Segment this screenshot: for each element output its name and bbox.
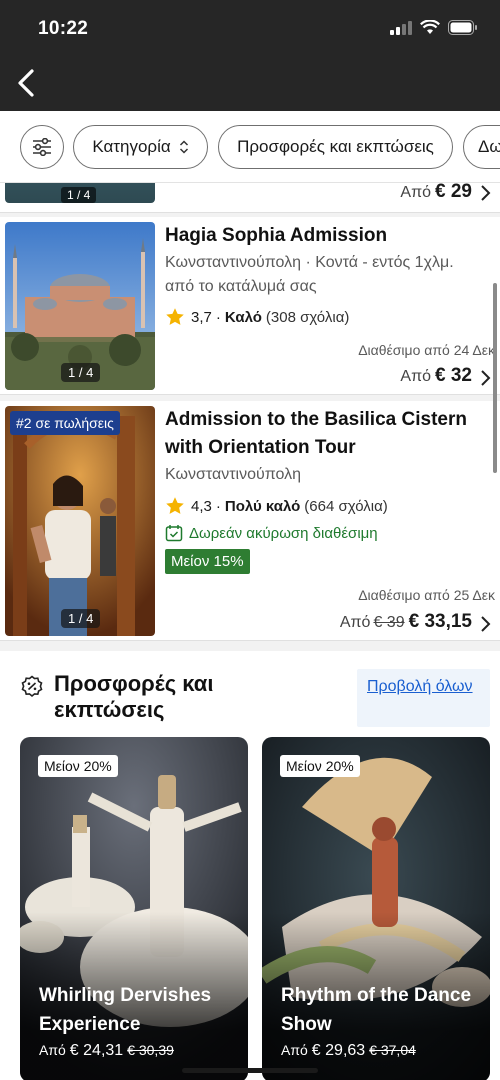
basilica-cistern-photo — [5, 406, 155, 636]
discount-tag-icon — [21, 675, 43, 698]
list-item[interactable]: 1 / 4 Hagia Sophia Admission Κωνσταντινο… — [0, 217, 500, 395]
discount-badge: Μείον 15% — [165, 549, 250, 574]
more-filter-chip[interactable]: Δω — [463, 125, 500, 169]
photo-count: 1 / 4 — [61, 187, 97, 203]
rating-score: 4,3 — [191, 497, 212, 515]
review-count: (664 σχόλια) — [304, 497, 388, 515]
rating-word: Καλό — [224, 308, 262, 326]
price-value: € 29 — [435, 183, 472, 202]
availability-text: Διαθέσιμο από 24 Δεκ — [358, 342, 495, 358]
availability-text: Διαθέσιμο από 25 Δεκ — [358, 587, 495, 603]
price-line: Από € 32 — [400, 365, 472, 387]
scrollbar[interactable] — [493, 283, 497, 473]
deal-discount-badge: Μείον 20% — [38, 755, 118, 777]
results-list: 1 / 4 Από € 29 1 / 4 Hagia Sophia Admiss… — [0, 183, 500, 643]
free-cancellation: Δωρεάν ακύρωση διαθέσιμη — [165, 524, 378, 542]
item-thumbnail: 1 / 4 — [5, 183, 155, 203]
free-cancellation-text: Δωρεάν ακύρωση διαθέσιμη — [189, 524, 378, 542]
price-value: € 33,15 — [408, 611, 472, 632]
more-chip-label: Δω — [478, 137, 500, 156]
deal-discount-badge: Μείον 20% — [280, 755, 360, 777]
deal-card[interactable]: Μείον 20% Whirling Dervishes Experience … — [20, 737, 248, 1080]
signal-icon — [390, 20, 412, 35]
top-bar: 10:22 — [0, 0, 500, 111]
star-icon — [166, 308, 184, 325]
category-chip-label: Κατηγορία — [92, 137, 171, 156]
deal-card[interactable]: Μείον 20% Rhythm of the Dance Show Από € … — [262, 737, 490, 1080]
filter-settings-button[interactable] — [20, 125, 64, 169]
rating-separator: · — [215, 497, 221, 515]
list-item[interactable]: 1 / 4 Από € 29 — [0, 183, 500, 213]
view-all-link[interactable]: Προβολή όλων — [357, 669, 490, 727]
star-icon — [166, 497, 184, 514]
photo-count: 1 / 4 — [61, 363, 101, 382]
list-item[interactable]: #2 σε πωλήσεις 1 / 4 Admission to the Ba… — [0, 401, 500, 641]
chevron-right-icon — [481, 616, 491, 632]
deal-old-price: € 37,04 — [369, 1042, 416, 1058]
sort-chevron-icon — [179, 140, 188, 154]
item-thumbnail: 1 / 4 — [5, 222, 155, 390]
rating-score: 3,7 — [191, 308, 212, 326]
category-filter-chip[interactable]: Κατηγορία — [73, 125, 208, 169]
review-count: (308 σχόλια) — [265, 308, 350, 326]
deal-old-price: € 30,39 — [127, 1042, 174, 1058]
offers-filter-chip[interactable]: Προσφορές και εκπτώσεις — [218, 125, 453, 169]
rating-separator: · — [215, 308, 221, 326]
status-time: 10:22 — [38, 18, 89, 39]
status-icons — [390, 20, 478, 35]
calendar-check-icon — [165, 525, 183, 542]
sliders-icon — [33, 138, 51, 156]
chevron-right-icon — [481, 185, 491, 201]
deal-title: Rhythm of the Dance Show — [281, 985, 472, 1035]
rating-word: Πολύ καλό — [224, 497, 301, 515]
deal-price: Από € 24,31 € 30,39 — [39, 1042, 174, 1060]
price-prefix: Από — [400, 368, 432, 385]
item-location: Κωνσταντινούπολη — [165, 466, 302, 483]
chevron-right-icon — [481, 370, 491, 386]
offers-section-title: Προσφορές και εκπτώσεις — [54, 671, 214, 722]
offers-section: Προσφορές και εκπτώσεις Προβολή όλων Μεί… — [0, 643, 500, 1080]
home-indicator[interactable] — [182, 1068, 318, 1073]
offers-chip-label: Προσφορές και εκπτώσεις — [237, 137, 434, 156]
item-title: Admission to the Basilica Cistern with O… — [165, 409, 467, 458]
item-title: Hagia Sophia Admission — [165, 225, 388, 246]
bestseller-rank-badge: #2 σε πωλήσεις — [10, 411, 120, 435]
item-location: Κωνσταντινούπολη · Κοντά - εντός 1χλμ. α… — [165, 254, 454, 295]
deal-price-prefix: Από — [39, 1042, 66, 1058]
item-rating: 3,7 · Καλό (308 σχόλια) — [165, 307, 349, 327]
wifi-icon — [420, 20, 440, 34]
deal-price-prefix: Από — [281, 1042, 308, 1058]
item-rating: 4,3 · Πολύ καλό (664 σχόλια) — [165, 496, 388, 516]
price-line: Από € 29 — [400, 183, 472, 203]
deal-price-value: € 24,31 — [69, 1042, 124, 1059]
old-price: € 39 — [373, 614, 405, 631]
item-thumbnail: #2 σε πωλήσεις 1 / 4 — [5, 406, 155, 636]
price-line: Από € 39 € 33,15 — [340, 611, 472, 633]
price-prefix: Από — [400, 184, 432, 201]
deal-price: Από € 29,63 € 37,04 — [281, 1042, 416, 1060]
price-prefix: Από — [339, 614, 371, 631]
filter-bar: Κατηγορία Προσφορές και εκπτώσεις Δω — [0, 111, 500, 183]
back-arrow-icon[interactable] — [14, 68, 40, 98]
price-value: € 32 — [435, 365, 472, 386]
deal-title: Whirling Dervishes Experience — [39, 985, 212, 1035]
photo-count: 1 / 4 — [61, 609, 101, 628]
battery-icon — [448, 20, 477, 35]
deal-price-value: € 29,63 — [311, 1042, 366, 1059]
